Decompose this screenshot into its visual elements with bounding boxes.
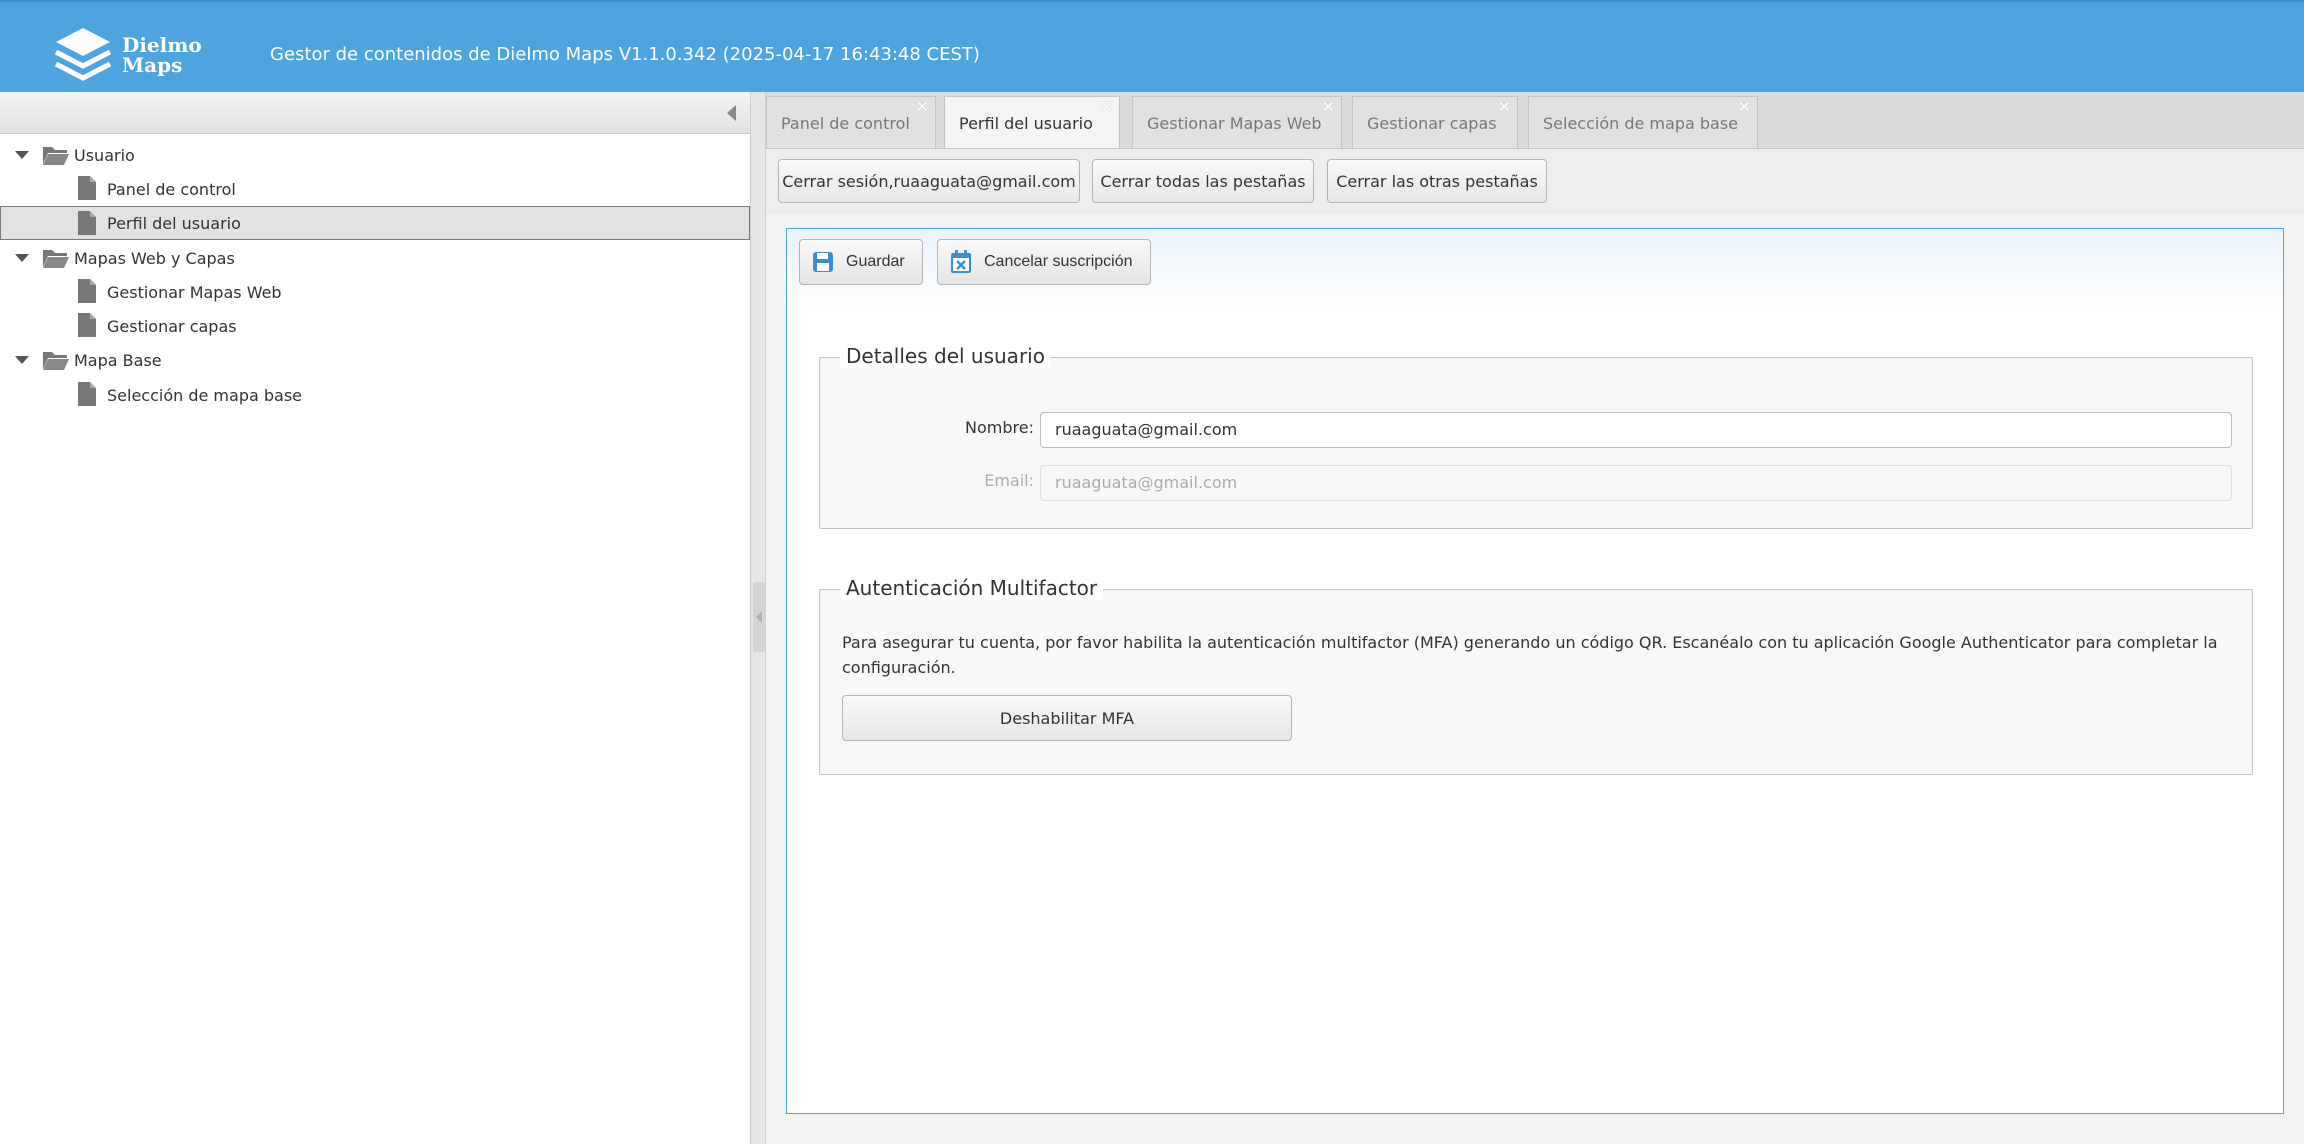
cancel-subscription-button[interactable]: Cancelar suscripción bbox=[937, 239, 1151, 285]
logout-button[interactable]: Cerrar sesión,ruaaguata@gmail.com bbox=[778, 159, 1080, 203]
floppy-disk-icon bbox=[813, 252, 833, 272]
panel-splitter[interactable] bbox=[750, 92, 766, 1144]
tab-label: Panel de control bbox=[781, 114, 910, 133]
tree-label: Mapa Base bbox=[74, 350, 162, 370]
folder-open-icon bbox=[43, 352, 69, 370]
tab-gestionar-capas[interactable]: Gestionar capas ✕ bbox=[1352, 96, 1518, 150]
cancel-subscription-label: Cancelar suscripción bbox=[984, 253, 1133, 270]
tab-seleccion-de-mapa-base[interactable]: Selección de mapa base ✕ bbox=[1528, 96, 1758, 150]
save-button-label: Guardar bbox=[846, 253, 905, 270]
close-tab-icon[interactable]: ✕ bbox=[1498, 97, 1511, 117]
tab-perfil-del-usuario[interactable]: Perfil del usuario ✕ bbox=[944, 96, 1120, 152]
tree-label: Mapas Web y Capas bbox=[74, 248, 235, 268]
tree-item-seleccion-de-mapa-base[interactable]: Selección de mapa base bbox=[0, 379, 750, 411]
tab-label: Gestionar Mapas Web bbox=[1147, 114, 1322, 133]
collapse-panel-icon[interactable] bbox=[727, 105, 736, 121]
logo-text-line2: Maps bbox=[122, 53, 183, 77]
tab-label: Perfil del usuario bbox=[959, 114, 1093, 133]
expand-triangle-icon[interactable] bbox=[15, 254, 29, 262]
tab-panel-de-control[interactable]: Panel de control ✕ bbox=[766, 96, 936, 150]
file-icon bbox=[78, 176, 96, 200]
tree-label: Usuario bbox=[74, 145, 135, 165]
folder-open-icon bbox=[43, 250, 69, 268]
file-icon bbox=[78, 313, 96, 337]
splitter-handle[interactable] bbox=[753, 582, 765, 652]
name-input[interactable]: ruaaguata@gmail.com bbox=[1040, 412, 2232, 448]
navigation-panel: Usuario Panel de control Perfil del usua… bbox=[0, 92, 750, 1144]
close-tab-icon[interactable]: ✕ bbox=[916, 97, 929, 117]
file-icon bbox=[78, 211, 96, 235]
tab-label: Selección de mapa base bbox=[1543, 114, 1739, 133]
tree-item-gestionar-capas[interactable]: Gestionar capas bbox=[0, 310, 750, 342]
tab-label: Gestionar capas bbox=[1367, 114, 1497, 133]
mfa-group: Autenticación Multifactor Para asegurar … bbox=[819, 576, 2253, 775]
tree-item-perfil-del-usuario[interactable]: Perfil del usuario bbox=[0, 206, 750, 240]
tree-item-panel-de-control[interactable]: Panel de control bbox=[0, 173, 750, 205]
name-label: Nombre: bbox=[965, 418, 1034, 437]
calendar-x-icon bbox=[951, 250, 971, 273]
tree-folder-mapas-web-y-capas[interactable]: Mapas Web y Capas bbox=[0, 242, 750, 274]
tree-label: Gestionar capas bbox=[107, 316, 237, 336]
close-all-tabs-button[interactable]: Cerrar todas las pestañas bbox=[1092, 159, 1314, 203]
tree-label: Gestionar Mapas Web bbox=[107, 282, 282, 302]
close-tab-icon[interactable]: ✕ bbox=[1322, 97, 1335, 117]
mfa-description: Para asegurar tu cuenta, por favor habil… bbox=[842, 633, 2218, 677]
close-tab-icon[interactable]: ✕ bbox=[1100, 97, 1113, 117]
user-details-group: Detalles del usuario Nombre: ruaaguata@g… bbox=[819, 344, 2253, 529]
tree-label: Selección de mapa base bbox=[107, 385, 303, 405]
folder-open-icon bbox=[43, 147, 69, 165]
tree-label: Panel de control bbox=[107, 179, 236, 199]
save-button[interactable]: Guardar bbox=[799, 239, 923, 285]
tree-item-gestionar-mapas-web[interactable]: Gestionar Mapas Web bbox=[0, 276, 750, 308]
tree-folder-usuario[interactable]: Usuario bbox=[0, 139, 750, 171]
session-toolbar: Cerrar sesión,ruaaguata@gmail.com Cerrar… bbox=[766, 148, 2304, 214]
dielmo-logo: Dielmo Maps bbox=[52, 26, 202, 84]
close-tab-icon[interactable]: ✕ bbox=[1738, 97, 1751, 117]
logo-text-line1: Dielmo bbox=[122, 33, 202, 57]
form-toolbar: Guardar Cancelar suscripción bbox=[787, 229, 2283, 309]
tree-label: Perfil del usuario bbox=[107, 213, 241, 233]
email-label: Email: bbox=[984, 471, 1034, 490]
file-icon bbox=[78, 382, 96, 406]
app-title: Gestor de contenidos de Dielmo Maps V1.1… bbox=[270, 44, 980, 65]
user-profile-form: Guardar Cancelar suscripción Detalles de… bbox=[786, 228, 2284, 1114]
main-panel: Panel de control ✕ Perfil del usuario ✕ … bbox=[766, 92, 2304, 1144]
tab-bar: Panel de control ✕ Perfil del usuario ✕ … bbox=[766, 92, 2304, 152]
user-details-legend: Detalles del usuario bbox=[840, 344, 1051, 368]
expand-triangle-icon[interactable] bbox=[15, 151, 29, 159]
app-header: Dielmo Maps Gestor de contenidos de Diel… bbox=[0, 0, 2304, 92]
tab-gestionar-mapas-web[interactable]: Gestionar Mapas Web ✕ bbox=[1132, 96, 1342, 150]
mfa-legend: Autenticación Multifactor bbox=[840, 576, 1104, 600]
content-area: Guardar Cancelar suscripción Detalles de… bbox=[766, 214, 2304, 1144]
file-icon bbox=[78, 279, 96, 303]
disable-mfa-button[interactable]: Deshabilitar MFA bbox=[842, 695, 1292, 741]
navigation-panel-header bbox=[0, 92, 750, 134]
close-other-tabs-button[interactable]: Cerrar las otras pestañas bbox=[1327, 159, 1547, 203]
tree-folder-mapa-base[interactable]: Mapa Base bbox=[0, 344, 750, 376]
email-input: ruaaguata@gmail.com bbox=[1040, 465, 2232, 501]
layers-logo-icon bbox=[54, 28, 112, 81]
expand-triangle-icon[interactable] bbox=[15, 356, 29, 364]
